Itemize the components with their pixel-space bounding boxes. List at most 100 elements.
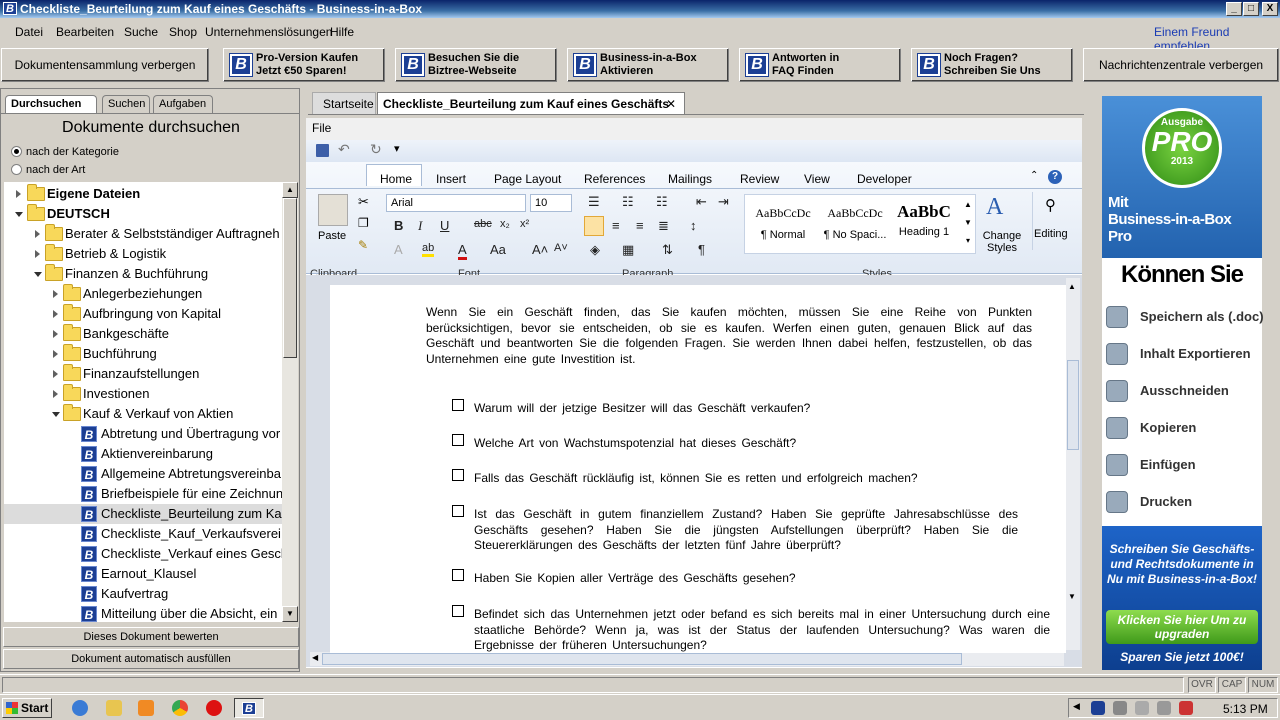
tab-suchen[interactable]: Suchen: [102, 95, 150, 113]
decrease-indent-icon[interactable]: ⇤: [696, 194, 707, 210]
taskbar-app-business-in-a-box[interactable]: B: [234, 698, 264, 718]
visit-biztree-button[interactable]: B Besuchen Sie die Biztree-Webseite: [395, 48, 557, 82]
justify-icon[interactable]: ≣: [658, 218, 669, 234]
editing-button[interactable]: Editing: [1034, 228, 1068, 240]
shading-icon[interactable]: ◈: [590, 242, 600, 258]
scroll-up-icon[interactable]: ▲: [282, 182, 298, 198]
align-left-icon[interactable]: [584, 216, 604, 236]
intro-paragraph[interactable]: Wenn Sie ein Geschäft finden, das Sie ka…: [426, 305, 1032, 367]
ribbon-tab-page-layout[interactable]: Page Layout: [494, 172, 561, 186]
undo-icon[interactable]: ↶: [338, 141, 350, 158]
ribbon-tab-references[interactable]: References: [584, 172, 645, 186]
grow-font-icon[interactable]: A˄: [532, 242, 548, 257]
change-styles-icon[interactable]: A: [986, 194, 1003, 221]
underline-icon[interactable]: U: [440, 218, 449, 233]
media-player-icon[interactable]: [138, 700, 154, 716]
ribbon-tab-review[interactable]: Review: [740, 172, 779, 186]
ie-icon[interactable]: [72, 700, 88, 716]
volume-icon[interactable]: [1135, 701, 1149, 715]
hide-documents-button[interactable]: Dokumentensammlung verbergen: [1, 48, 209, 82]
file-menu[interactable]: File: [312, 121, 331, 135]
numbering-icon[interactable]: ☷: [622, 194, 634, 210]
close-button[interactable]: X: [1262, 2, 1278, 16]
chrome-icon[interactable]: [172, 700, 188, 716]
redo-icon[interactable]: ↻: [370, 141, 382, 158]
ribbon-tab-mailings[interactable]: Mailings: [668, 172, 712, 186]
strikethrough-icon[interactable]: abc: [474, 218, 492, 230]
faq-button[interactable]: B Antworten in FAQ Finden: [739, 48, 901, 82]
explorer-icon[interactable]: [106, 700, 122, 716]
scroll-down-icon[interactable]: ▼: [282, 606, 298, 622]
upgrade-button[interactable]: Klicken Sie hier Um zu upgraden: [1106, 610, 1258, 644]
tree-doc-briefbeispiele[interactable]: B Briefbeispiele für eine Zeichnun: [4, 484, 282, 504]
tree-item-finanzaufstellungen[interactable]: Finanzaufstellungen: [4, 364, 282, 384]
help-icon[interactable]: ?: [1048, 170, 1062, 184]
ribbon-tab-view[interactable]: View: [804, 172, 830, 186]
save-icon[interactable]: [316, 144, 329, 157]
start-button[interactable]: Start: [2, 698, 52, 718]
scroll-down-icon[interactable]: ▼: [1068, 592, 1076, 601]
bullets-icon[interactable]: ☰: [588, 194, 600, 210]
checkbox-icon[interactable]: [452, 605, 464, 617]
tree-item-kauf-verkauf-aktien[interactable]: Kauf & Verkauf von Aktien: [4, 404, 282, 424]
binoculars-icon[interactable]: ⚲: [1045, 196, 1056, 214]
maximize-button[interactable]: □: [1243, 2, 1259, 16]
checkbox-icon[interactable]: [452, 399, 464, 411]
tree-item-berater[interactable]: Berater & Selbstständiger Auftragneh: [4, 224, 282, 244]
tree-doc-abtretung[interactable]: B Abtretung und Übertragung vor: [4, 424, 282, 444]
expand-icon[interactable]: [53, 290, 58, 298]
network-icon[interactable]: [1113, 701, 1127, 715]
tree-item-investionen[interactable]: Investionen: [4, 384, 282, 404]
style-no-spacing[interactable]: AaBbCcDc ¶ No Spaci...: [820, 198, 890, 250]
styles-scroll-icon[interactable]: ▲ ▼ ▾: [962, 196, 974, 252]
paste-button[interactable]: Paste: [318, 230, 346, 242]
autofill-document-button[interactable]: Dokument automatisch ausfüllen: [3, 649, 299, 669]
menu-datei[interactable]: Datei: [15, 25, 43, 39]
ribbon-tab-home[interactable]: Home: [380, 172, 412, 186]
highlight-icon[interactable]: ab: [422, 242, 435, 257]
align-right-icon[interactable]: ≡: [636, 218, 644, 233]
tree-doc-kaufvertrag[interactable]: B Kaufvertrag: [4, 584, 282, 604]
tree-doc-mitteilung[interactable]: B Mitteilung über die Absicht, ein: [4, 604, 282, 622]
buy-pro-button[interactable]: B Pro-Version Kaufen Jetzt €50 Sparen!: [223, 48, 385, 82]
tree-doc-earnout[interactable]: B Earnout_Klausel: [4, 564, 282, 584]
tree-item-betrieb[interactable]: Betrieb & Logistik: [4, 244, 282, 264]
text-effects-icon[interactable]: A: [394, 242, 403, 257]
expand-icon[interactable]: [53, 370, 58, 378]
minimize-ribbon-icon[interactable]: ⌃: [1030, 170, 1038, 181]
expand-icon[interactable]: [16, 190, 21, 198]
style-heading-1[interactable]: AaBbC Heading 1: [892, 198, 956, 250]
expand-icon[interactable]: [53, 310, 58, 318]
style-normal[interactable]: AaBbCcDc ¶ Normal: [748, 198, 818, 250]
expand-icon[interactable]: [53, 390, 58, 398]
format-painter-icon[interactable]: ✎: [358, 238, 368, 252]
tray-expand-icon[interactable]: ◀: [1073, 701, 1080, 712]
tree-doc-aktienvereinbarung[interactable]: B Aktienvereinbarung: [4, 444, 282, 464]
borders-icon[interactable]: ▦: [622, 242, 634, 258]
document-vscroll[interactable]: ▲ ▼: [1066, 278, 1080, 650]
hide-news-button[interactable]: Nachrichtenzentrale verbergen: [1083, 48, 1279, 82]
menu-hilfe[interactable]: Hilfe: [330, 25, 354, 39]
italic-icon[interactable]: I: [418, 218, 422, 234]
tree-item-buchfuehrung[interactable]: Buchführung: [4, 344, 282, 364]
checkbox-icon[interactable]: [452, 469, 464, 481]
tree-doc-abtretungsvereinbarung[interactable]: B Allgemeine Abtretungsvereinba: [4, 464, 282, 484]
checklist-item[interactable]: Warum will der jetzige Besitzer will das…: [474, 401, 1050, 417]
radio-by-type[interactable]: nach der Art: [11, 164, 85, 176]
checklist-item[interactable]: Befindet sich das Unternehmen jetzt oder…: [474, 607, 1050, 654]
checklist-item[interactable]: Haben Sie Kopien aller Verträge des Gesc…: [474, 571, 1050, 587]
collapse-icon[interactable]: [52, 412, 60, 417]
change-styles-button[interactable]: Change Styles: [980, 230, 1024, 254]
show-formatting-icon[interactable]: ¶: [698, 242, 705, 257]
document-hscroll[interactable]: ◀: [310, 652, 1064, 666]
tree-item-aufbringung[interactable]: Aufbringung von Kapital: [4, 304, 282, 324]
bold-icon[interactable]: B: [394, 218, 403, 233]
ribbon-tab-developer[interactable]: Developer: [857, 172, 912, 186]
checkbox-icon[interactable]: [452, 569, 464, 581]
menu-shop[interactable]: Shop: [169, 25, 197, 39]
checklist-item[interactable]: Welche Art von Wachstumspotenzial hat di…: [474, 436, 1050, 452]
tab-aufgaben[interactable]: Aufgaben: [153, 95, 213, 113]
subscript-icon[interactable]: x₂: [500, 218, 510, 230]
checklist-item[interactable]: Ist das Geschäft in gutem finanziellem Z…: [474, 507, 1018, 554]
menu-bearbeiten[interactable]: Bearbeiten: [56, 25, 114, 39]
